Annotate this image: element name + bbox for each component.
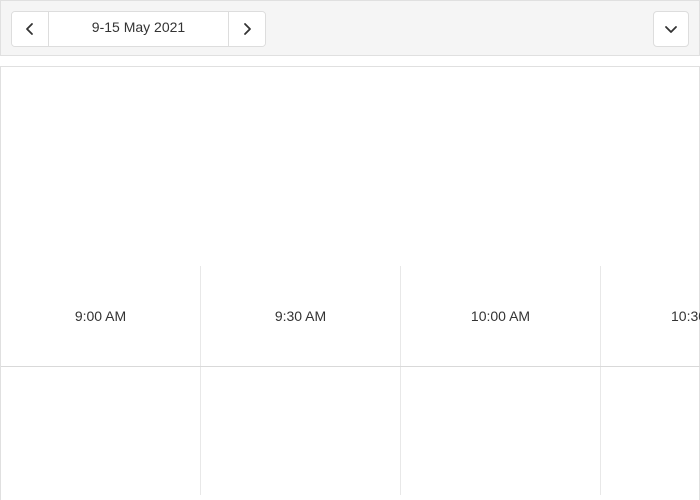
chevron-left-icon <box>22 21 38 37</box>
time-slot-label: 10:30 AM <box>671 308 700 324</box>
time-slot-label: 9:30 AM <box>274 308 327 324</box>
view-switcher-button[interactable] <box>653 11 689 47</box>
chevron-right-icon <box>239 21 255 37</box>
work-cells-row <box>1 367 700 495</box>
time-slot-label: 9:00 AM <box>74 308 127 324</box>
date-range-caption[interactable]: 9-15 May 2021 <box>49 12 228 46</box>
time-slot-header: 10:00 AM <box>401 266 601 366</box>
time-slot-header: 9:00 AM <box>1 266 201 366</box>
chevron-down-icon <box>663 21 679 37</box>
work-cell[interactable] <box>401 367 601 495</box>
timeline-view: 9:00 AM 9:30 AM 10:00 AM 10:30 AM <box>0 66 700 500</box>
scheduler: 9-15 May 2021 9:00 AM 9:30 AM 10:00 AM 1… <box>0 0 700 500</box>
time-slot-header: 10:30 AM <box>601 266 700 366</box>
work-cell[interactable] <box>1 367 201 495</box>
previous-button[interactable] <box>12 12 49 46</box>
work-cell[interactable] <box>201 367 401 495</box>
date-navigator: 9-15 May 2021 <box>11 11 266 47</box>
work-cell[interactable] <box>601 367 700 495</box>
time-header-row: 9:00 AM 9:30 AM 10:00 AM 10:30 AM <box>1 266 700 367</box>
next-button[interactable] <box>228 12 265 46</box>
time-slot-header: 9:30 AM <box>201 266 401 366</box>
scheduler-toolbar: 9-15 May 2021 <box>0 0 700 56</box>
time-slot-label: 10:00 AM <box>470 308 531 324</box>
